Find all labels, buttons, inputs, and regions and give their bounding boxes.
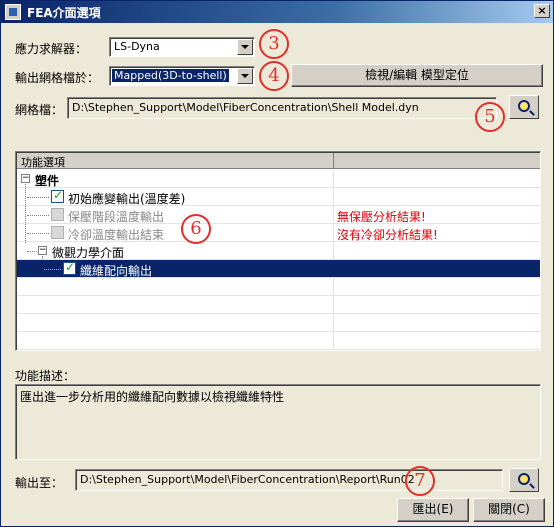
annotation-marker-4: 4: [259, 61, 289, 91]
initial-strain-checkbox[interactable]: [51, 188, 64, 203]
search-icon: [518, 473, 530, 485]
fea-interface-options-dialog: FEA介面選項 × 應力求解器： LS-Dyna 3 輸出網格檔於： Mappe…: [0, 0, 554, 527]
tree-row-label: 冷卻溫度輸出結束: [68, 228, 165, 242]
tree-row-plastic-part[interactable]: − 塑件: [17, 170, 540, 188]
tree-row-fiber-orientation-output[interactable]: 纖維配向輸出: [17, 260, 540, 278]
tree-row-cooling-temperature-output[interactable]: 冷卻溫度輸出結束 沒有冷卻分析結果!: [17, 224, 540, 242]
output-path: D:\Stephen_Support\Model\FiberConcentrat…: [80, 473, 415, 486]
collapse-icon[interactable]: −: [21, 174, 30, 183]
tree-row-warning: 沒有冷卻分析結果!: [337, 228, 438, 242]
close-window-button[interactable]: ×: [534, 4, 550, 18]
annotation-marker-3: 3: [259, 29, 289, 59]
tree-row-label: 塑件: [35, 174, 60, 188]
annotation-marker-5: 5: [475, 102, 505, 132]
tree-header-label: 功能選項: [21, 156, 65, 169]
tree-row-label: 保壓階段溫度輸出: [68, 210, 165, 224]
solver-value: LS-Dyna: [114, 40, 160, 53]
export-mesh-value: Mapped(3D-to-shell): [112, 69, 229, 82]
mesh-file-path: D:\Stephen_Support\Model\FiberConcentrat…: [72, 101, 419, 114]
mesh-file-label: 網格檔：: [15, 103, 64, 117]
tree-row-initial-strain-output[interactable]: 初始應變輸出(溫度差): [17, 188, 540, 206]
mesh-file-path-field: D:\Stephen_Support\Model\FiberConcentrat…: [67, 97, 497, 119]
tree-row-warning: 無保壓分析結果!: [337, 210, 426, 224]
chevron-down-icon[interactable]: [237, 39, 253, 55]
packing-temperature-checkbox[interactable]: [51, 208, 64, 221]
browse-mesh-file-button[interactable]: [509, 95, 539, 119]
search-icon: [518, 100, 530, 112]
export-mesh-select[interactable]: Mapped(3D-to-shell): [109, 66, 255, 86]
tree-row-label: 初始應變輸出(溫度差): [68, 192, 186, 206]
output-label: 輸出至：: [15, 476, 64, 490]
tree-row-label: 纖維配向輸出: [80, 264, 153, 278]
annotation-marker-7: 7: [405, 466, 435, 496]
close-button[interactable]: 關閉(C): [473, 498, 545, 522]
browse-output-button[interactable]: [509, 468, 539, 492]
collapse-icon[interactable]: −: [38, 246, 47, 255]
window-title: FEA介面選項: [27, 6, 101, 20]
title-bar: FEA介面選項 ×: [1, 1, 553, 23]
app-icon: [5, 4, 21, 20]
description-label: 功能描述：: [15, 369, 76, 383]
tree-row-packing-temperature-output[interactable]: 保壓階段溫度輸出 無保壓分析結果!: [17, 206, 540, 224]
export-mesh-label: 輸出網格檔於：: [15, 71, 100, 85]
cooling-temperature-checkbox[interactable]: [51, 226, 64, 239]
output-path-field: D:\Stephen_Support\Model\FiberConcentrat…: [75, 469, 503, 491]
solver-select[interactable]: LS-Dyna: [109, 37, 255, 57]
annotation-marker-6: 6: [181, 214, 211, 244]
solver-label: 應力求解器：: [15, 42, 88, 56]
view-edit-model-orientation-button[interactable]: 檢視/編輯 模型定位: [291, 64, 543, 87]
description-text: 匯出進一步分析用的纖維配向數據以檢視纖維特性: [20, 390, 285, 404]
tree-header: 功能選項: [17, 153, 540, 169]
tree-row-label: 微觀力學介面: [52, 246, 125, 260]
description-box: 匯出進一步分析用的纖維配向數據以檢視纖維特性: [15, 384, 541, 460]
feature-options-tree: 功能選項 − 塑件 初始應變輸出(溫度差) 保壓階段溫度輸出 無保壓分析結果! …: [15, 151, 541, 351]
fiber-orientation-checkbox[interactable]: [63, 260, 76, 275]
chevron-down-icon[interactable]: [237, 68, 253, 84]
export-button[interactable]: 匯出(E): [397, 498, 469, 522]
tree-row-micromechanics-interface[interactable]: − 微觀力學介面: [17, 242, 540, 260]
